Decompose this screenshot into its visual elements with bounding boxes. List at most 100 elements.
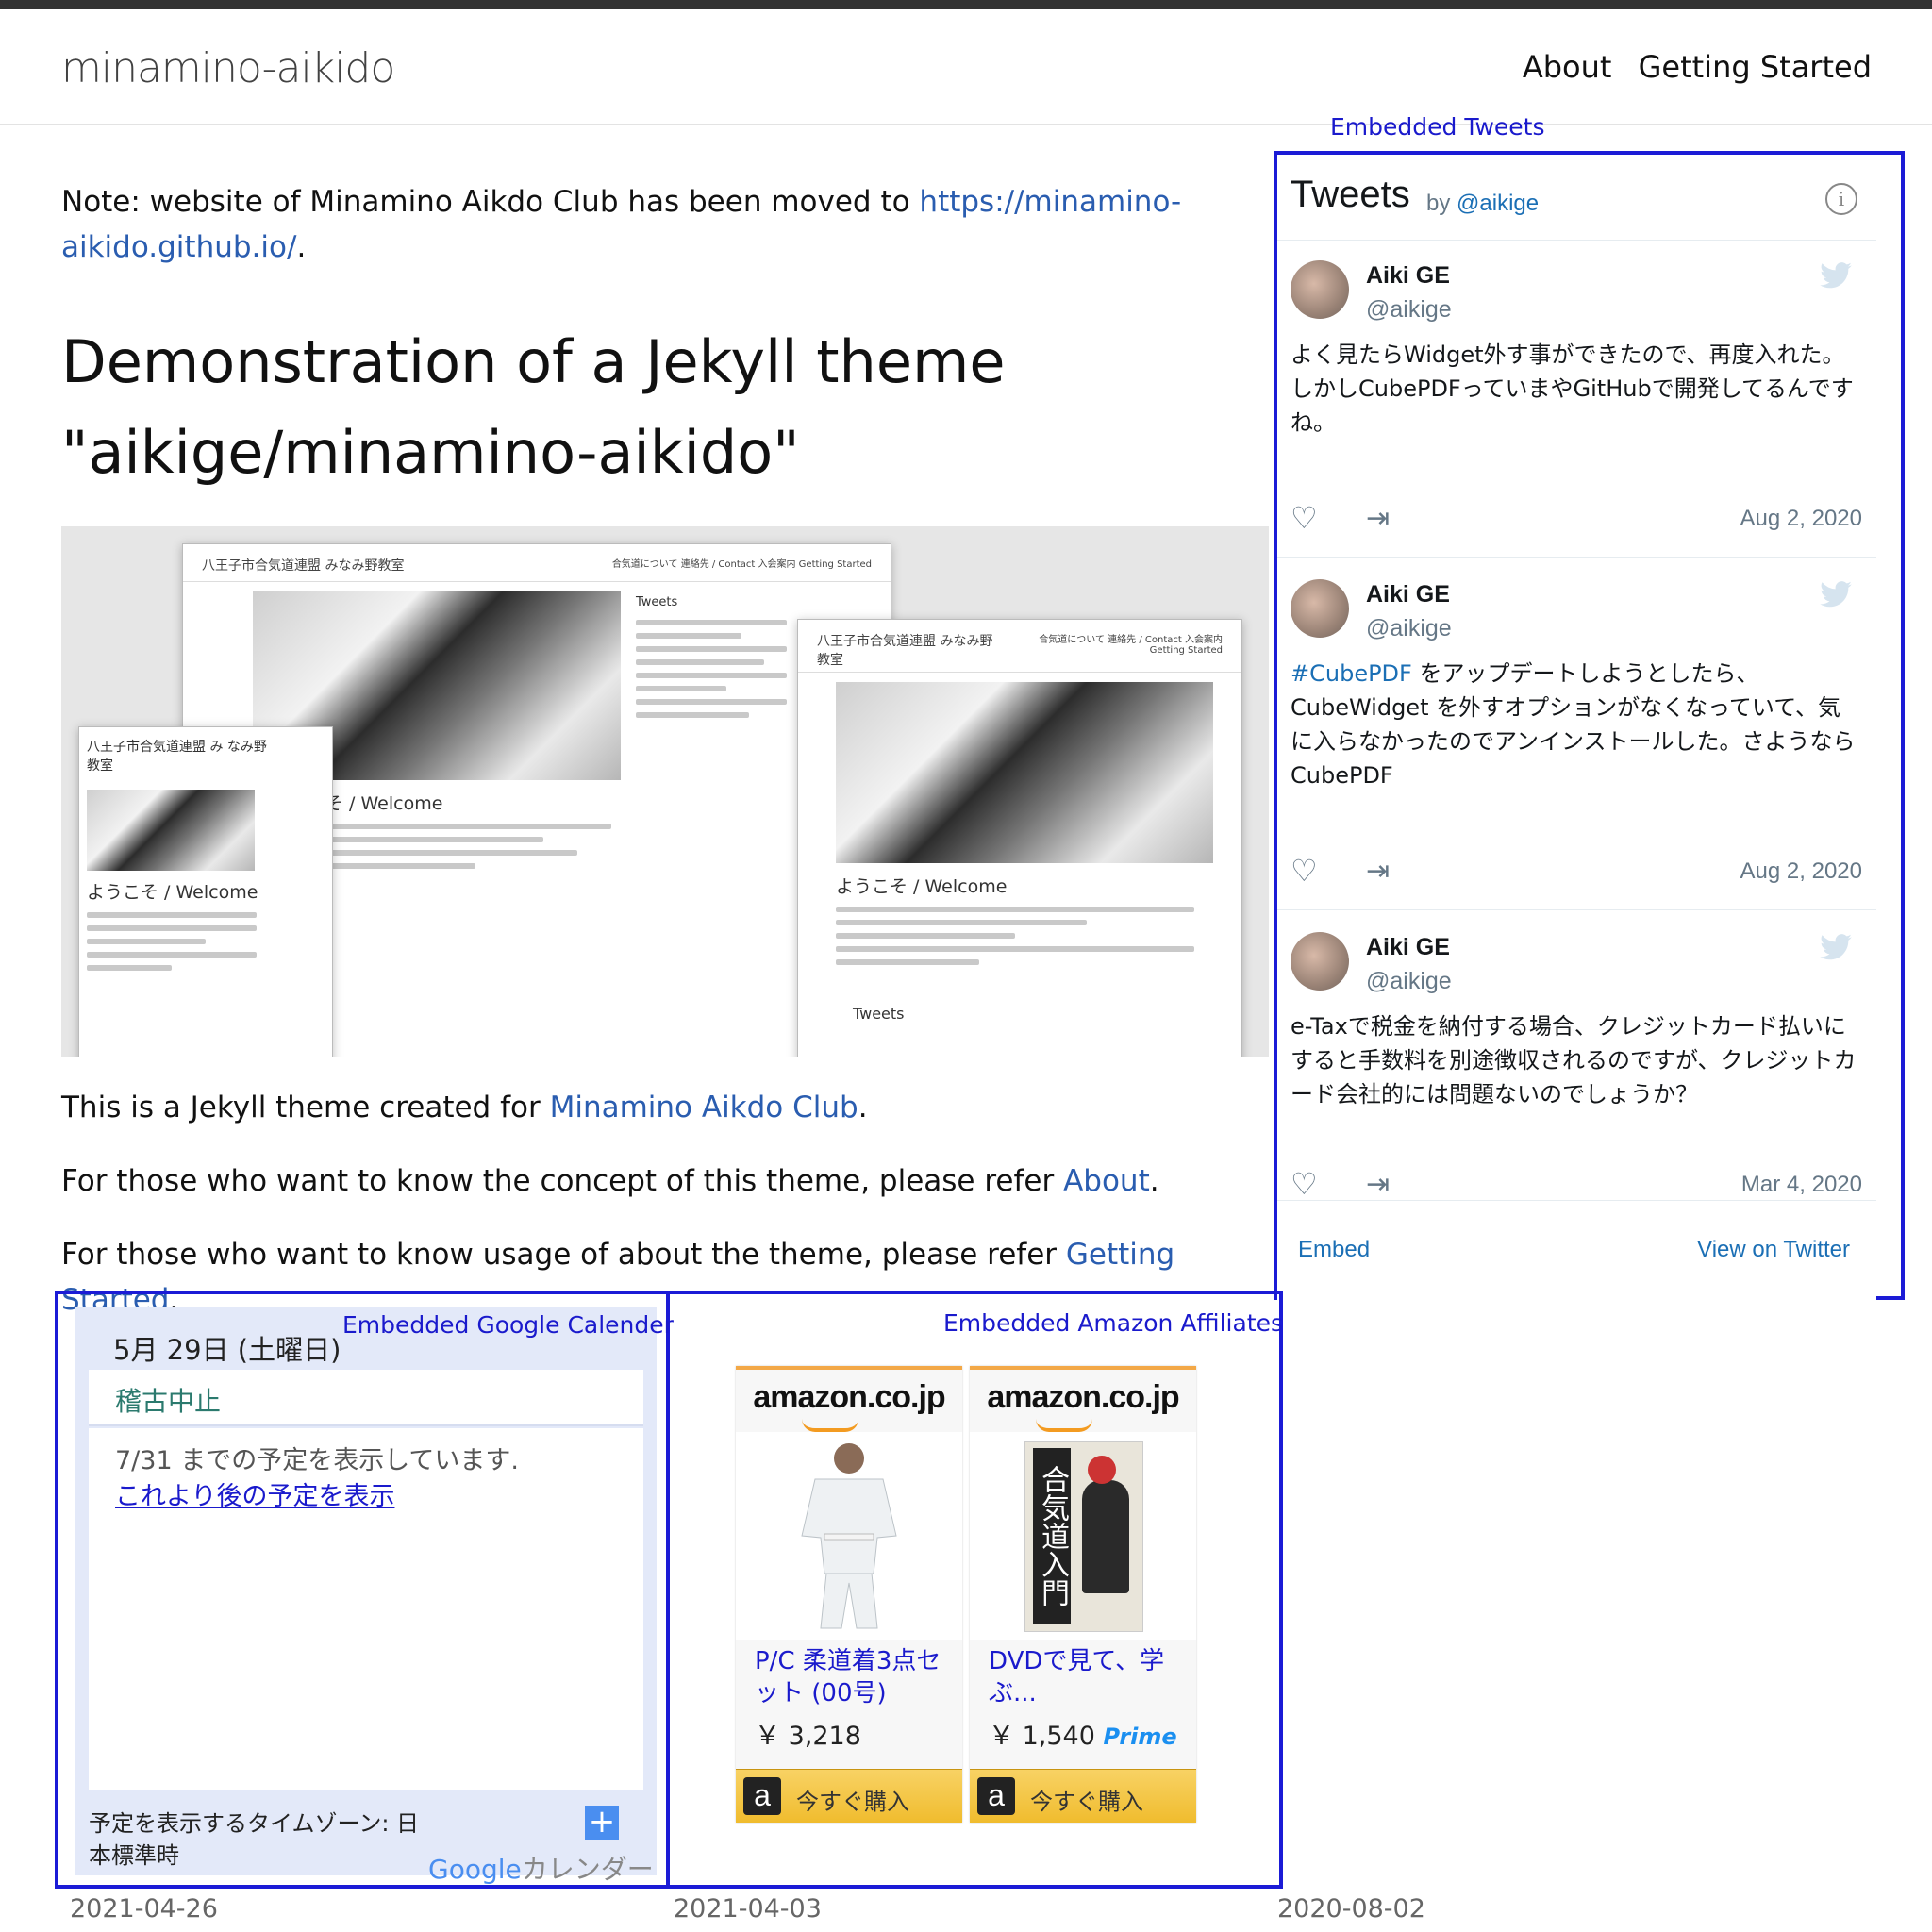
book-figure	[1082, 1480, 1129, 1593]
tweets-title: Tweets	[1291, 174, 1410, 215]
nav-about[interactable]: About	[1523, 49, 1612, 85]
heart-icon[interactable]: ♡	[1291, 500, 1318, 536]
mock-nav: 合気道について 連絡先 / Contact 入会案内 Getting Start…	[611, 559, 872, 570]
judo-uniform-image[interactable]	[736, 1432, 962, 1640]
mock-title: 八王子市合気道連盟 みなみ野教室	[202, 558, 405, 574]
mock-mobile-lines	[87, 912, 257, 978]
amazon-product-card[interactable]: amazon.co.jp 合気道入門 DVDで見て、学ぶ... ￥ 1,540 …	[970, 1366, 1196, 1823]
embedded-amazon-label: Embedded Amazon Affiliates	[943, 1309, 1284, 1337]
post-date: 2021-04-03	[674, 1894, 822, 1924]
tweet-text: よく見たらWidget外す事ができたので、再度入れた。しかしCubePDFってい…	[1291, 341, 1854, 436]
prime-badge: Prime	[1103, 1724, 1177, 1750]
product-title[interactable]: P/C 柔道着3点セット (00号)	[755, 1645, 953, 1709]
tweet-item[interactable]: Aiki GE @aikige #CubePDF をアップデートしようとしたら、…	[1277, 558, 1876, 910]
google-logo-text: Google	[428, 1854, 522, 1885]
tweets-by: by @aikige	[1426, 191, 1539, 217]
heart-icon[interactable]: ♡	[1291, 1166, 1318, 1200]
amazon-logo[interactable]: amazon.co.jp	[970, 1379, 1196, 1416]
amazon-widget: amazon.co.jp P/C 柔道着3点セット (00号) ￥ 3,218 …	[668, 1291, 1283, 1889]
book-cover-image[interactable]: 合気道入門	[970, 1432, 1196, 1640]
amazon-product-card[interactable]: amazon.co.jp P/C 柔道着3点セット (00号) ￥ 3,218 …	[736, 1366, 962, 1823]
site-title[interactable]: minamino-aikido	[61, 44, 395, 92]
concept-paragraph: For those who want to know the concept o…	[61, 1158, 1259, 1204]
embedded-tweets-label: Embedded Tweets	[1330, 113, 1545, 141]
theme-screenshot: 八王子市合気道連盟 みなみ野教室合気道について 連絡先 / Contact 入会…	[61, 526, 1269, 1057]
tweet-date[interactable]: Aug 2, 2020	[1740, 858, 1862, 885]
mock-tablet-window: 八王子市合気道連盟 みなみ野 教室 合気道について 連絡先 / Contact 入…	[797, 619, 1242, 1057]
mock-tablet-lines	[836, 907, 1194, 973]
calendar-widget: 5月 29日 (土曜日) 稽古中止 7/31 までの予定を表示しています. これ…	[55, 1291, 670, 1889]
note-suffix: .	[296, 230, 307, 264]
post-date: 2021-04-26	[70, 1894, 218, 1924]
buy-now-button[interactable]: a 今すぐ購入	[736, 1769, 962, 1823]
product-price: ￥ 3,218	[755, 1722, 861, 1751]
share-icon[interactable]: ⇥	[1366, 855, 1390, 888]
tweet-author-handle[interactable]: @aikige	[1366, 615, 1452, 642]
embed-link[interactable]: Embed	[1298, 1237, 1370, 1263]
p1-suffix: .	[858, 1091, 868, 1124]
book-figure-head	[1088, 1456, 1116, 1484]
mock-tweets: Tweets	[636, 595, 678, 609]
product-title[interactable]: DVDで見て、学ぶ...	[989, 1645, 1187, 1709]
share-icon[interactable]: ⇥	[1366, 1168, 1390, 1200]
calendar-date: 5月 29日 (土曜日)	[113, 1334, 341, 1366]
top-bar	[0, 0, 1932, 9]
tweet-author-handle[interactable]: @aikige	[1366, 296, 1452, 324]
mock-mobile-title: 八王子市合気道連盟 み なみ野教室	[87, 740, 267, 774]
mock-tablet-nav: 合気道について 連絡先 / Contact 入会案内 Getting Start…	[1039, 635, 1223, 656]
tweet-author-name[interactable]: Aiki GE	[1366, 581, 1450, 608]
intro-paragraph: This is a Jekyll theme created for Minam…	[61, 1085, 1259, 1130]
judo-uniform-icon	[801, 1443, 897, 1629]
nav-getting-started[interactable]: Getting Started	[1639, 49, 1872, 85]
amazon-logo[interactable]: amazon.co.jp	[736, 1379, 962, 1416]
mock-mobile-welcome: ようこそ / Welcome	[87, 882, 258, 903]
tweet-author-handle[interactable]: @aikige	[1366, 968, 1452, 995]
p2-text: For those who want to know the concept o…	[61, 1164, 1064, 1198]
tweet-actions: ♡ ⇥ Aug 2, 2020	[1291, 853, 1862, 891]
p1-text: This is a Jekyll theme created for	[61, 1091, 550, 1124]
about-link[interactable]: About	[1063, 1164, 1150, 1198]
calendar-add-icon[interactable]: +	[585, 1806, 619, 1840]
mock-tablet-tweets: Tweets	[853, 1005, 905, 1023]
product-price-value: ￥ 1,540	[989, 1722, 1095, 1751]
avatar[interactable]	[1291, 260, 1349, 319]
post-date: 2020-08-02	[1277, 1894, 1425, 1924]
hashtag-link[interactable]: #CubePDF	[1291, 660, 1412, 687]
tweets-widget: Tweets by @aikige i Aiki GE @aikige よく見た…	[1274, 151, 1905, 1301]
tweet-author-name[interactable]: Aiki GE	[1366, 934, 1450, 961]
amazon-smile-icon	[1036, 1419, 1092, 1432]
calendar-more-link[interactable]: これより後の予定を表示	[115, 1475, 394, 1512]
twitter-bird-icon[interactable]	[1820, 581, 1852, 608]
tweet-date[interactable]: Aug 2, 2020	[1740, 506, 1862, 532]
main-content: Note: website of Minamino Aikdo Club has…	[61, 179, 1269, 1323]
tweet-text: e-Taxで税金を納付する場合、クレジットカード払いにすると手数料を別途徴収され…	[1291, 1013, 1857, 1108]
tweet-author-name[interactable]: Aiki GE	[1366, 262, 1450, 290]
twitter-bird-icon[interactable]	[1820, 934, 1852, 960]
twitter-bird-icon[interactable]	[1820, 262, 1852, 289]
book-cover-title: 合気道入門	[1033, 1448, 1071, 1624]
share-icon[interactable]: ⇥	[1366, 502, 1390, 535]
avatar[interactable]	[1291, 932, 1349, 991]
view-on-twitter-link[interactable]: View on Twitter	[1697, 1237, 1850, 1263]
calendar-logo-text: カレンダー	[521, 1854, 654, 1885]
calendar-event-title[interactable]: 稽古中止	[115, 1381, 221, 1419]
amazon-a-icon: a	[743, 1777, 781, 1815]
club-link[interactable]: Minamino Aikdo Club	[550, 1091, 858, 1124]
calendar-body: 7/31 までの予定を表示しています. これより後の予定を表示	[89, 1428, 643, 1790]
buy-now-button[interactable]: a 今すぐ購入	[970, 1769, 1196, 1823]
tweet-date[interactable]: Mar 4, 2020	[1741, 1172, 1862, 1198]
avatar[interactable]	[1291, 579, 1349, 638]
google-calendar-logo[interactable]: Googleカレンダー	[428, 1849, 654, 1887]
info-icon[interactable]: i	[1825, 183, 1857, 215]
tweets-by-label: by	[1426, 191, 1451, 216]
tweets-by-handle[interactable]: @aikige	[1457, 191, 1539, 216]
heart-icon[interactable]: ♡	[1291, 853, 1318, 889]
calendar-event[interactable]: 稽古中止	[89, 1370, 643, 1426]
mock-tablet-title: 八王子市合気道連盟 みなみ野 教室	[817, 634, 993, 668]
calendar-frame: 5月 29日 (土曜日) 稽古中止 7/31 までの予定を表示しています. これ…	[75, 1307, 657, 1885]
tweets-header: Tweets by @aikige i	[1277, 155, 1876, 241]
tweet-item[interactable]: Aiki GE @aikige よく見たらWidget外す事ができたので、再度入…	[1277, 240, 1876, 558]
buy-now-label: 今すぐ購入	[1030, 1789, 1143, 1815]
amazon-a-icon: a	[977, 1777, 1015, 1815]
tweet-item[interactable]: Aiki GE @aikige e-Taxで税金を納付する場合、クレジットカード…	[1277, 911, 1876, 1200]
